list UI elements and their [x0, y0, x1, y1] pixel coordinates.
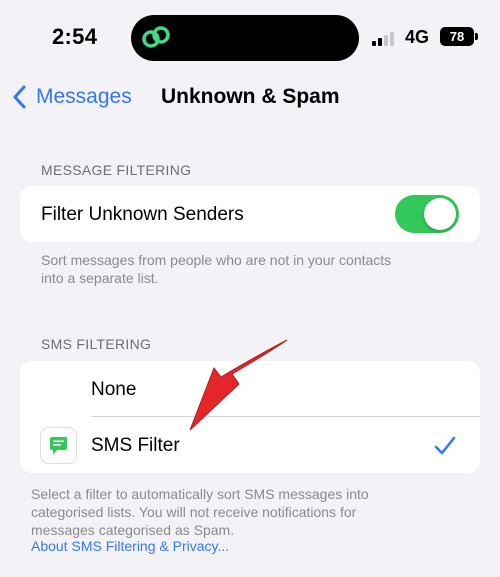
option-none-row[interactable]: None [20, 361, 480, 417]
battery-nub [475, 33, 478, 40]
footer-line: Sort messages from people who are not in… [41, 252, 392, 268]
chevron-left-icon [13, 85, 26, 109]
signal-icon [372, 30, 398, 46]
status-time: 2:54 [52, 24, 98, 49]
battery-icon: 78 [440, 27, 474, 46]
checkmark-icon [434, 436, 456, 455]
section-header-sms-filtering: SMS FILTERING [41, 336, 152, 352]
page-title: Unknown & Spam [161, 85, 340, 108]
footer-line: messages categorised as Spam. [31, 522, 235, 538]
about-sms-filtering-link[interactable]: About SMS Filtering & Privacy... [31, 538, 229, 554]
network-label: 4G [405, 27, 430, 47]
message-bubble-icon [50, 437, 67, 455]
filter-unknown-senders-label: Filter Unknown Senders [41, 204, 244, 225]
sms-filtering-group: None SMS Filter [20, 361, 480, 473]
sms-filter-app-icon [40, 427, 77, 464]
option-none-label: None [91, 379, 137, 400]
footer-line: into a separate list. [41, 270, 159, 286]
dynamic-island [131, 15, 359, 61]
footer-line: categorised lists. You will not receive … [31, 504, 357, 520]
footer-line: Select a filter to automatically sort SM… [31, 486, 369, 502]
option-sms-filter-label: SMS Filter [91, 435, 180, 456]
option-sms-filter-row[interactable]: SMS Filter [20, 417, 480, 473]
section-header-message-filtering: MESSAGE FILTERING [41, 162, 192, 178]
link-icon [142, 26, 170, 48]
back-button[interactable]: Messages [12, 84, 132, 110]
status-bar: 2:54 4G 78 [0, 0, 500, 76]
message-filtering-group: Filter Unknown Senders [20, 186, 480, 242]
toggle-knob [424, 198, 456, 230]
sms-filtering-footer: Select a filter to automatically sort SM… [31, 485, 369, 539]
message-filtering-footer: Sort messages from people who are not in… [41, 251, 391, 287]
filter-unknown-senders-toggle[interactable] [395, 195, 459, 233]
back-label: Messages [36, 85, 132, 108]
